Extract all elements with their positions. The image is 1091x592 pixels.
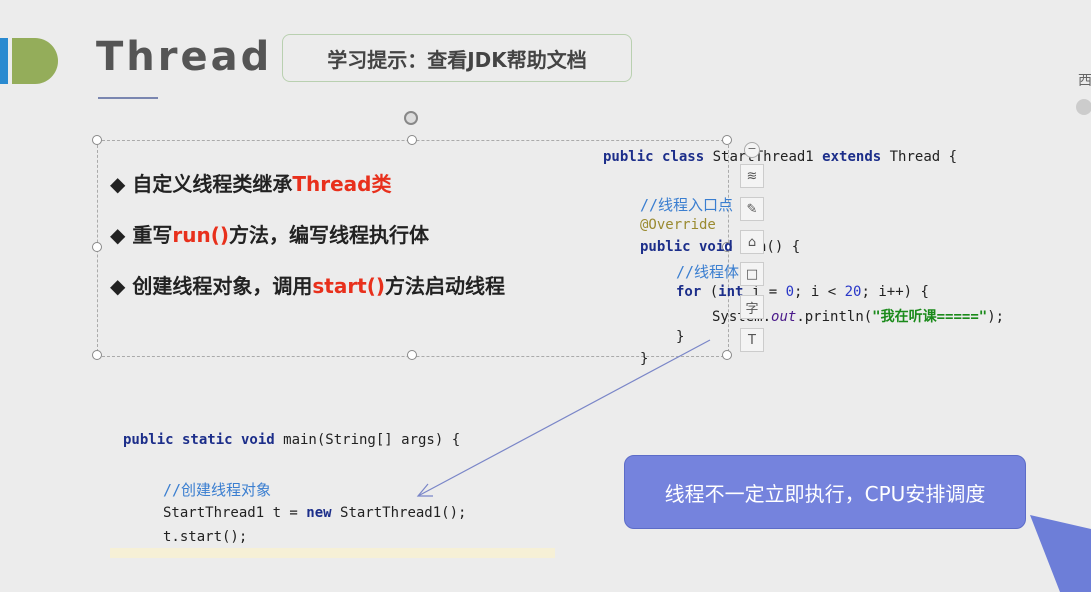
resize-handle[interactable] bbox=[407, 135, 417, 145]
code-keyword: new bbox=[306, 505, 332, 521]
bullet-text: 重写 bbox=[132, 223, 173, 247]
code-keyword: extends bbox=[822, 149, 882, 165]
code-comment: //线程入口点 bbox=[640, 196, 734, 214]
arrow-head bbox=[416, 483, 433, 497]
code-keyword: public class bbox=[603, 149, 705, 165]
code-text: Thread { bbox=[881, 149, 958, 165]
bullet-marker: ◆ bbox=[110, 274, 126, 298]
bullet-text: 方法启动线程 bbox=[385, 274, 506, 298]
rotate-handle-icon[interactable] bbox=[404, 111, 418, 125]
code-keyword: public void bbox=[640, 239, 733, 255]
code-text: .println( bbox=[796, 309, 873, 325]
bullet-marker: ◆ bbox=[110, 223, 126, 247]
callout-box: 线程不一定立即执行，CPU安排调度 bbox=[624, 455, 1026, 529]
code-string: "我在听课=====" bbox=[872, 309, 988, 325]
class-code-line: public class StartThread1 extends Thread… bbox=[603, 149, 957, 165]
eraser-icon[interactable]: ⌂ bbox=[740, 230, 764, 254]
bullet-text: 创建线程对象，调用 bbox=[132, 274, 313, 298]
code-comment: //线程体 bbox=[676, 263, 740, 281]
main-code-line: t.start(); bbox=[163, 529, 248, 545]
pen-icon[interactable]: ✎ bbox=[740, 197, 764, 221]
class-code-line: for (int i = 0; i < 20; i++) { bbox=[676, 284, 929, 300]
code-number: 0 bbox=[785, 284, 795, 300]
code-text: ; i++) { bbox=[861, 284, 929, 300]
resize-handle[interactable] bbox=[92, 242, 102, 252]
bullet-marker: ◆ bbox=[110, 172, 126, 196]
textbox-icon[interactable]: T bbox=[740, 328, 764, 352]
code-text: ( bbox=[701, 284, 719, 300]
bullet-item: ◆ 重写run()方法，编写线程执行体 bbox=[110, 219, 429, 248]
code-text: ); bbox=[987, 309, 1005, 325]
code-text: ; i < bbox=[794, 284, 845, 300]
study-tip-box: 学习提示：查看JDK帮助文档 bbox=[282, 34, 632, 82]
bullet-text: 方法，编写线程执行体 bbox=[228, 223, 429, 247]
main-code-line: public static void main(String[] args) { bbox=[123, 432, 460, 448]
resize-handle[interactable] bbox=[722, 350, 732, 360]
slide-title: Thread bbox=[96, 34, 273, 80]
edge-circle-button[interactable] bbox=[1076, 99, 1091, 115]
bullet-item: ◆ 自定义线程类继承Thread类 bbox=[110, 168, 391, 197]
resize-handle[interactable] bbox=[92, 135, 102, 145]
code-keyword: for bbox=[676, 284, 702, 300]
code-text: main(String[] args) { bbox=[274, 432, 461, 448]
edge-text: 西 bbox=[1078, 73, 1091, 89]
logo-green-shape bbox=[12, 38, 58, 84]
rectangle-icon[interactable]: □ bbox=[740, 262, 764, 286]
code-text: StartThread1 t = bbox=[163, 505, 307, 521]
collapse-icon[interactable]: − bbox=[744, 142, 760, 158]
bullet-text: 自定义线程类继承 bbox=[132, 172, 293, 196]
line-highlight bbox=[110, 548, 555, 558]
class-code-line: public void run() { bbox=[640, 239, 800, 255]
code-annotation: @Override bbox=[640, 217, 716, 233]
code-comment: //创建线程对象 bbox=[163, 481, 272, 499]
triangle-shape bbox=[1030, 515, 1091, 592]
layers-icon[interactable]: ≋ bbox=[740, 164, 764, 188]
text-icon[interactable]: 字 bbox=[740, 295, 764, 319]
code-text: StartThread1(); bbox=[331, 505, 467, 521]
decorative-triangle bbox=[1030, 515, 1091, 592]
bullet-highlight: run() bbox=[172, 223, 229, 247]
bullet-highlight: Thread类 bbox=[292, 172, 392, 196]
title-underline bbox=[98, 97, 158, 99]
resize-handle[interactable] bbox=[722, 135, 732, 145]
logo-blue-bar bbox=[0, 38, 8, 84]
code-number: 20 bbox=[844, 284, 862, 300]
main-code-line: StartThread1 t = new StartThread1(); bbox=[163, 505, 466, 521]
code-text: StartThread1 bbox=[704, 149, 823, 165]
code-field: out bbox=[771, 309, 797, 325]
bullet-item: ◆ 创建线程对象，调用start()方法启动线程 bbox=[110, 270, 505, 299]
code-keyword: public static void bbox=[123, 432, 275, 448]
bullet-highlight: start() bbox=[312, 274, 386, 298]
resize-handle[interactable] bbox=[92, 350, 102, 360]
